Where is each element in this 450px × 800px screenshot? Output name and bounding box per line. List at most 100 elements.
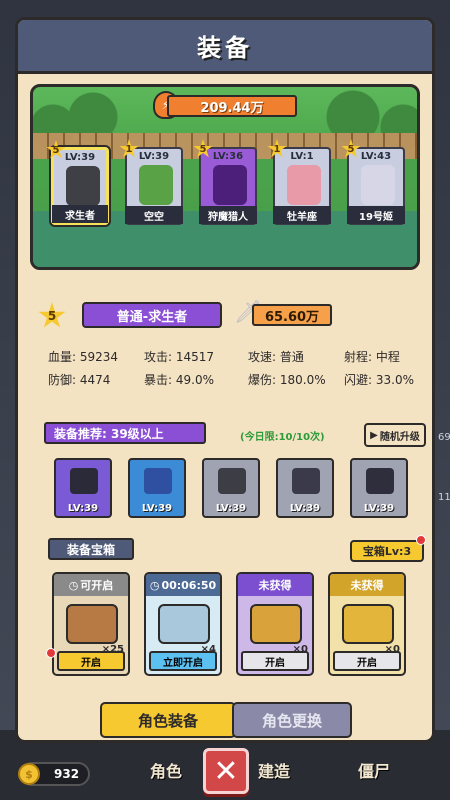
- hero-list: 5 LV:39 求生者 1 LV:39 空空 5 LV:36 狩魔猎人 1 LV…: [46, 139, 405, 225]
- chest-icon: [250, 604, 302, 644]
- chest-status: 未获得: [330, 574, 404, 596]
- tab-character-equipment[interactable]: 角色装备: [100, 702, 236, 738]
- equipment-slot[interactable]: LV:39: [54, 458, 112, 518]
- close-icon: ✕: [213, 753, 239, 789]
- stat-value: 闪避: 33.0%: [344, 373, 414, 387]
- stat-grid: 血量: 59234 攻击: 14517 攻速: 普通 射程: 中程防御: 4474 暴击…: [48, 348, 432, 388]
- pistol-icon: [70, 468, 98, 494]
- chest-status: 未获得: [238, 574, 312, 596]
- bottom-tab-zombie[interactable]: 僵尸: [358, 758, 390, 782]
- video-icon: ▶: [370, 429, 378, 441]
- chest-status-label: 可开启: [80, 579, 114, 592]
- chest-card[interactable]: ◷ 可开启 ×25 开启: [52, 572, 130, 676]
- stat-value: 射程: 中程: [344, 350, 400, 364]
- chest-status-label: 00:06:50: [161, 578, 217, 592]
- hero-level: LV:36: [212, 151, 244, 162]
- hero-sprite: [66, 166, 100, 206]
- stat-value: 暴击: 49.0%: [144, 373, 214, 387]
- character-stats: 5 普通-求生者 🗡 65.60万 血量: 59234 攻击: 14517 攻速: …: [30, 290, 420, 410]
- panel-header: 装备: [18, 20, 432, 74]
- open-chest-button[interactable]: 开启: [333, 651, 401, 671]
- equipment-slot[interactable]: LV:39: [128, 458, 186, 518]
- stat-value: 防御: 4474: [48, 373, 111, 387]
- open-chest-button[interactable]: 开启: [57, 651, 125, 671]
- chest-card[interactable]: 未获得 ×0 开启: [236, 572, 314, 676]
- notification-dot: [416, 535, 426, 545]
- bottom-tab-role[interactable]: 角色: [150, 758, 182, 782]
- tab-bar: 角色装备 角色更换: [100, 702, 358, 740]
- open-chest-button[interactable]: 立即开启: [149, 651, 217, 671]
- pants-icon: [218, 468, 246, 494]
- chest-card[interactable]: 未获得 ×0 开启: [328, 572, 406, 676]
- chest-level-button[interactable]: 宝箱Lv:3: [350, 540, 424, 562]
- stat-value: 攻速: 普通: [248, 350, 304, 364]
- coin-value: 932: [54, 767, 80, 781]
- hero-sprite: [287, 165, 321, 205]
- equipment-panel: 装备 ⚡ 209.44万 5 LV:39 求生者 1 LV:39 空空 5 LV…: [15, 17, 435, 743]
- coin-icon: $: [18, 763, 40, 785]
- hero-card[interactable]: 5 LV:39 求生者: [46, 140, 109, 225]
- chest-status-label: 未获得: [258, 579, 292, 592]
- hero-level: LV:1: [290, 151, 314, 162]
- stat-value: 血量: 59234: [48, 350, 119, 364]
- hero-name: 空空: [125, 206, 183, 224]
- coin-counter: $ 932: [18, 762, 90, 786]
- boots-icon: [366, 468, 394, 494]
- chest-status: ◷ 可开启: [54, 574, 128, 596]
- recommend-label: 装备推荐: 39级以上: [44, 422, 206, 444]
- chest-status: ◷ 00:06:50: [146, 574, 220, 596]
- equipment-list: LV:39 LV:39 LV:39 LV:39 LV:39: [54, 458, 408, 518]
- tab-character-change[interactable]: 角色更换: [232, 702, 352, 738]
- hero-name: 狩魔猎人: [199, 206, 257, 224]
- hero-level: LV:39: [64, 152, 96, 163]
- equipment-level: LV:39: [215, 503, 247, 514]
- chest-card[interactable]: ◷ 00:06:50 ×4 立即开启: [144, 572, 222, 676]
- open-chest-button[interactable]: 开启: [241, 651, 309, 671]
- chest-icon: [158, 604, 210, 644]
- side-number: 69: [438, 432, 450, 443]
- hero-name: 牡羊座: [273, 206, 331, 224]
- hero-card[interactable]: 1 LV:39 空空: [119, 139, 183, 225]
- hero-level: LV:43: [360, 151, 392, 162]
- equipment-slot[interactable]: LV:39: [276, 458, 334, 518]
- chest-section-title: 装备宝箱: [48, 538, 134, 560]
- equipment-slot[interactable]: LV:39: [350, 458, 408, 518]
- chest-icon: [66, 604, 118, 644]
- hero-card[interactable]: 5 LV:43 19号姬: [341, 139, 405, 225]
- chest-list: ◷ 可开启 ×25 开启 ◷ 00:06:50 ×4 立即开启 未获得 ×0 开启 …: [52, 572, 406, 676]
- bottom-tab-build[interactable]: 建造: [258, 758, 290, 782]
- close-button[interactable]: ✕: [203, 748, 249, 794]
- equipment-level: LV:39: [141, 503, 173, 514]
- hero-name: 19号姬: [347, 206, 405, 224]
- equipment-level: LV:39: [67, 503, 99, 514]
- gauntlet-icon: [292, 468, 320, 494]
- stat-value: 攻击: 14517: [144, 350, 215, 364]
- total-power: 209.44万: [167, 95, 297, 117]
- equipment-level: LV:39: [289, 503, 321, 514]
- equipment-slot[interactable]: LV:39: [202, 458, 260, 518]
- hero-level: LV:39: [138, 151, 170, 162]
- hero-name: 求生者: [52, 205, 108, 223]
- random-upgrade-button[interactable]: ▶ 随机升级: [364, 423, 426, 447]
- random-upgrade-label: 随机升级: [379, 431, 420, 443]
- clock-icon: ◷: [68, 578, 79, 592]
- side-number: 11: [438, 492, 450, 503]
- character-power: 65.60万: [252, 304, 332, 326]
- armor-icon: [144, 468, 172, 494]
- hero-scene: ⚡ 209.44万 5 LV:39 求生者 1 LV:39 空空 5 LV:36…: [30, 84, 420, 270]
- stat-value: 爆伤: 180.0%: [248, 373, 326, 387]
- hero-card[interactable]: 1 LV:1 牡羊座: [267, 139, 331, 225]
- hero-sprite: [361, 165, 395, 205]
- chest-icon: [342, 604, 394, 644]
- equipment-level: LV:39: [363, 503, 395, 514]
- clock-icon: ◷: [149, 578, 160, 592]
- notification-dot: [46, 648, 56, 658]
- hero-card[interactable]: 5 LV:36 狩魔猎人: [193, 139, 257, 225]
- character-name: 普通-求生者: [82, 302, 222, 328]
- chest-status-label: 未获得: [350, 579, 384, 592]
- hero-sprite: [213, 165, 247, 205]
- star-icon: 5: [38, 302, 66, 328]
- page-title: 装备: [197, 34, 253, 62]
- hero-sprite: [139, 165, 173, 205]
- daily-limit: (今日限:10/10次): [240, 432, 325, 443]
